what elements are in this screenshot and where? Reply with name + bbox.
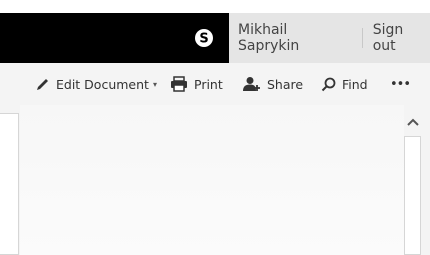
find-button[interactable]: Find — [321, 63, 368, 105]
separator — [361, 28, 363, 48]
search-icon — [321, 77, 336, 91]
scroll-up-button[interactable] — [405, 113, 421, 131]
skype-icon: S — [194, 29, 213, 47]
share-button[interactable]: Share — [243, 63, 303, 105]
print-label: Print — [194, 76, 223, 92]
edit-document-button[interactable]: Edit Document ▾ — [35, 63, 157, 105]
document-viewer — [0, 105, 430, 255]
printer-icon — [171, 76, 187, 92]
pencil-icon — [37, 78, 48, 90]
top-strip — [0, 0, 430, 13]
suite-bar: S Mikhail Saprykin Sign out — [0, 13, 430, 63]
chevron-up-icon — [407, 118, 419, 126]
chevron-down-icon: ▾ — [152, 79, 157, 89]
find-label: Find — [342, 76, 368, 92]
svg-text:S: S — [199, 32, 208, 47]
person-add-icon — [243, 77, 260, 91]
more-icon: ••• — [390, 76, 411, 92]
user-name[interactable]: Mikhail Saprykin — [229, 22, 352, 54]
print-button[interactable]: Print — [170, 63, 223, 105]
share-label: Share — [267, 76, 304, 92]
scrollbar-track[interactable] — [404, 136, 421, 255]
more-button[interactable]: ••• — [390, 63, 411, 105]
document-area[interactable] — [20, 105, 404, 255]
sign-out-link[interactable]: Sign out — [373, 22, 430, 54]
toolbar: Edit Document ▾ Print Share Find ••• — [0, 63, 430, 105]
user-area: Mikhail Saprykin Sign out — [229, 13, 430, 63]
edit-document-label: Edit Document — [56, 76, 149, 92]
document-page-edge — [0, 113, 19, 255]
skype-button[interactable]: S — [181, 13, 226, 63]
